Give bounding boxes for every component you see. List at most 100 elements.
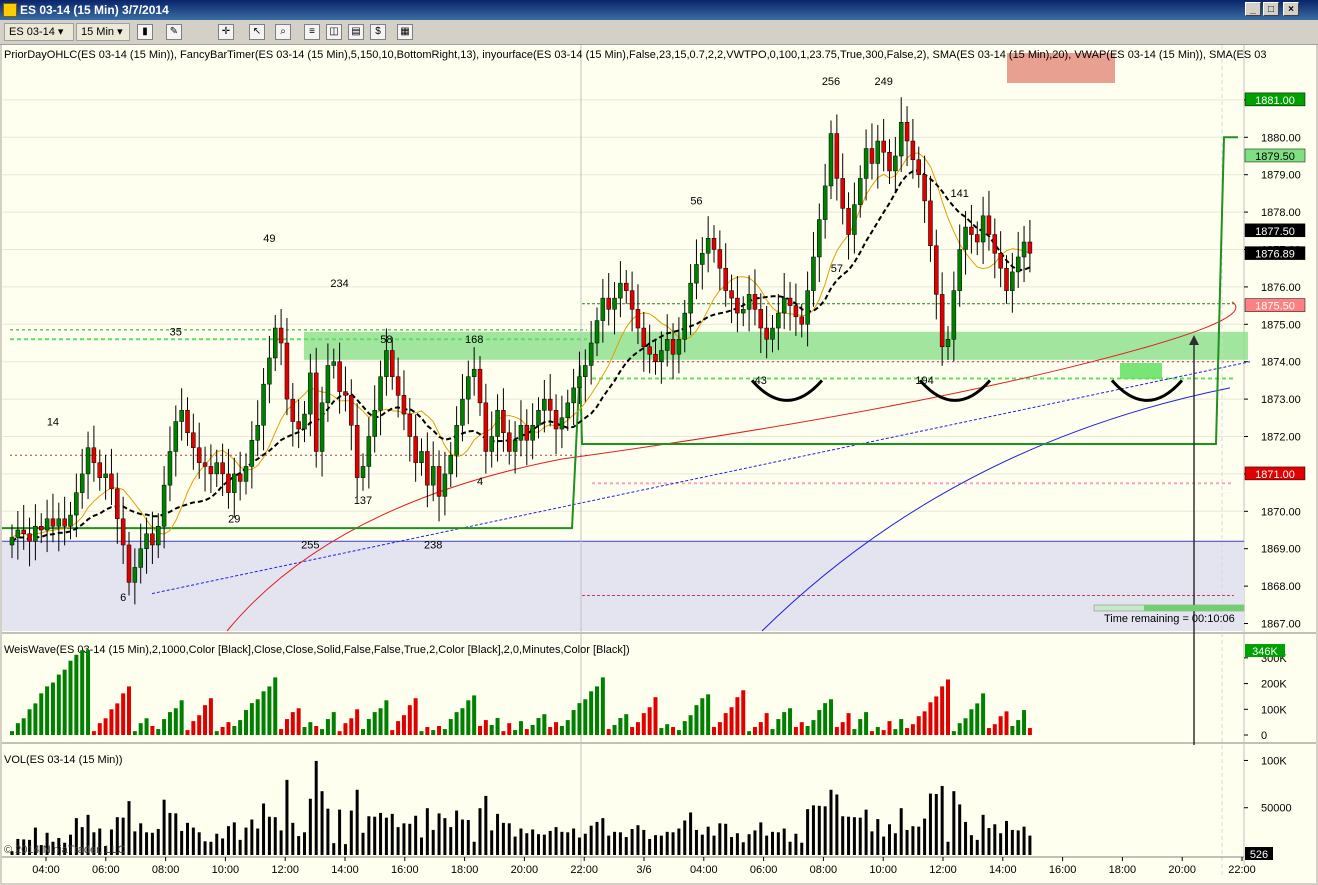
chart-style-icon[interactable]: ▮ bbox=[137, 24, 153, 40]
volume-bar bbox=[923, 818, 927, 855]
candle bbox=[419, 451, 424, 463]
strategies-icon[interactable]: ◫ bbox=[326, 24, 342, 40]
weis-bar bbox=[747, 731, 752, 735]
crosshair-icon[interactable]: ✛ bbox=[218, 24, 234, 40]
candle bbox=[717, 249, 723, 269]
volume-bar bbox=[537, 834, 540, 855]
weis-bar bbox=[758, 722, 763, 735]
candle bbox=[296, 421, 301, 430]
volume-bar bbox=[800, 842, 804, 855]
candle bbox=[676, 339, 682, 355]
candle bbox=[840, 178, 845, 209]
weis-bar bbox=[249, 703, 254, 735]
weis-bar bbox=[483, 720, 488, 735]
candle bbox=[179, 410, 184, 422]
weis-value-label: 346K bbox=[1252, 646, 1278, 658]
volume-bar bbox=[267, 816, 271, 855]
volume-bar bbox=[899, 808, 903, 855]
candle bbox=[577, 376, 582, 389]
weis-bar bbox=[407, 705, 412, 735]
weis-bar bbox=[630, 727, 635, 735]
candle bbox=[922, 174, 927, 202]
weis-bar bbox=[764, 713, 769, 735]
swing-label: 43 bbox=[755, 375, 767, 387]
vol-value-label: 526 bbox=[1250, 849, 1268, 861]
data-box-icon[interactable]: ▦ bbox=[397, 24, 413, 40]
volume-bar bbox=[174, 813, 178, 855]
volume-bar bbox=[343, 844, 347, 855]
weis-bar bbox=[992, 724, 997, 735]
candle bbox=[109, 473, 114, 490]
weis-bar bbox=[981, 693, 986, 735]
weis-bar bbox=[343, 723, 348, 735]
swing-label: 4 bbox=[477, 476, 483, 488]
candle bbox=[214, 462, 219, 475]
chart-area[interactable]: 1867.00 1868.00 1869.00 1870.00 1871.00 1872.… bbox=[2, 45, 1316, 883]
window-title: ES 03-14 (15 Min) 3/7/2014 bbox=[20, 3, 169, 17]
weis-bar bbox=[413, 698, 418, 735]
weis-bar bbox=[425, 727, 430, 735]
weis-bar bbox=[86, 650, 91, 735]
weis-bar bbox=[770, 729, 775, 735]
volume-bar bbox=[759, 822, 763, 855]
zoom-icon[interactable]: ⌕ bbox=[275, 24, 291, 40]
volume-bar bbox=[209, 841, 213, 855]
weis-bar bbox=[244, 710, 248, 735]
weis-bar bbox=[284, 719, 289, 735]
weis-bar bbox=[179, 700, 184, 735]
volume-bar bbox=[554, 827, 558, 855]
candle bbox=[700, 252, 705, 265]
candle bbox=[33, 526, 38, 542]
weis-bar bbox=[302, 727, 307, 735]
weis-bar bbox=[998, 716, 1003, 735]
weis-bar bbox=[39, 693, 44, 735]
candle bbox=[542, 398, 547, 411]
candle bbox=[91, 447, 97, 463]
minimize-button[interactable]: _ bbox=[1245, 2, 1261, 16]
swing-label: 256 bbox=[822, 76, 840, 88]
weis-bar bbox=[934, 696, 939, 735]
draw-pencil-icon[interactable]: ✎ bbox=[166, 24, 182, 40]
dollar-icon[interactable]: $ bbox=[370, 24, 386, 40]
y-tick-label: 100K bbox=[1261, 704, 1287, 716]
volume-bar bbox=[700, 834, 704, 855]
volume-bar bbox=[893, 833, 897, 855]
app-icon bbox=[3, 3, 17, 17]
weis-bar bbox=[922, 711, 927, 735]
window-titlebar[interactable]: ES 03-14 (15 Min) 3/7/2014 _ □ × bbox=[0, 0, 1318, 20]
weis-bar bbox=[559, 726, 564, 735]
maximize-button[interactable]: □ bbox=[1263, 2, 1279, 16]
volume-bar bbox=[437, 813, 441, 855]
weis-bar bbox=[688, 715, 693, 735]
cursor-icon[interactable]: ↖ bbox=[249, 24, 265, 40]
weis-bar bbox=[127, 686, 131, 735]
candle bbox=[430, 466, 436, 486]
volume-bar bbox=[864, 809, 868, 855]
candle bbox=[308, 372, 313, 415]
candle bbox=[805, 290, 810, 325]
candle bbox=[477, 368, 483, 404]
volume-bar bbox=[718, 823, 722, 855]
candle bbox=[56, 518, 62, 527]
weis-bar bbox=[366, 719, 371, 735]
volume-bar bbox=[460, 819, 464, 855]
candle bbox=[354, 425, 360, 478]
weis-bar bbox=[647, 707, 652, 735]
weis-bar bbox=[156, 729, 161, 735]
chart-toolbar: ES 03-14 ▾ 15 Min ▾ ▮ ✎ ✛ ↖ ⌕ ≡ ◫ ▤ $ ▦ bbox=[0, 20, 1318, 45]
instrument-selector[interactable]: ES 03-14 ▾ bbox=[4, 23, 74, 41]
indicators-icon[interactable]: ≡ bbox=[304, 24, 320, 40]
weis-bar bbox=[454, 712, 459, 735]
interval-selector[interactable]: 15 Min ▾ bbox=[76, 23, 130, 41]
x-tick-label: 06:00 bbox=[92, 864, 120, 876]
weis-bar bbox=[524, 729, 529, 735]
weis-bar bbox=[595, 686, 599, 735]
instrument-label: ES 03-14 bbox=[9, 26, 55, 38]
weis-bar bbox=[811, 720, 816, 735]
y-tick-label: 1879.00 bbox=[1261, 170, 1301, 182]
volume-bar bbox=[507, 823, 511, 855]
close-button[interactable]: × bbox=[1283, 2, 1299, 16]
weis-bar bbox=[875, 727, 880, 735]
candle bbox=[934, 245, 939, 295]
properties-icon[interactable]: ▤ bbox=[348, 24, 364, 40]
